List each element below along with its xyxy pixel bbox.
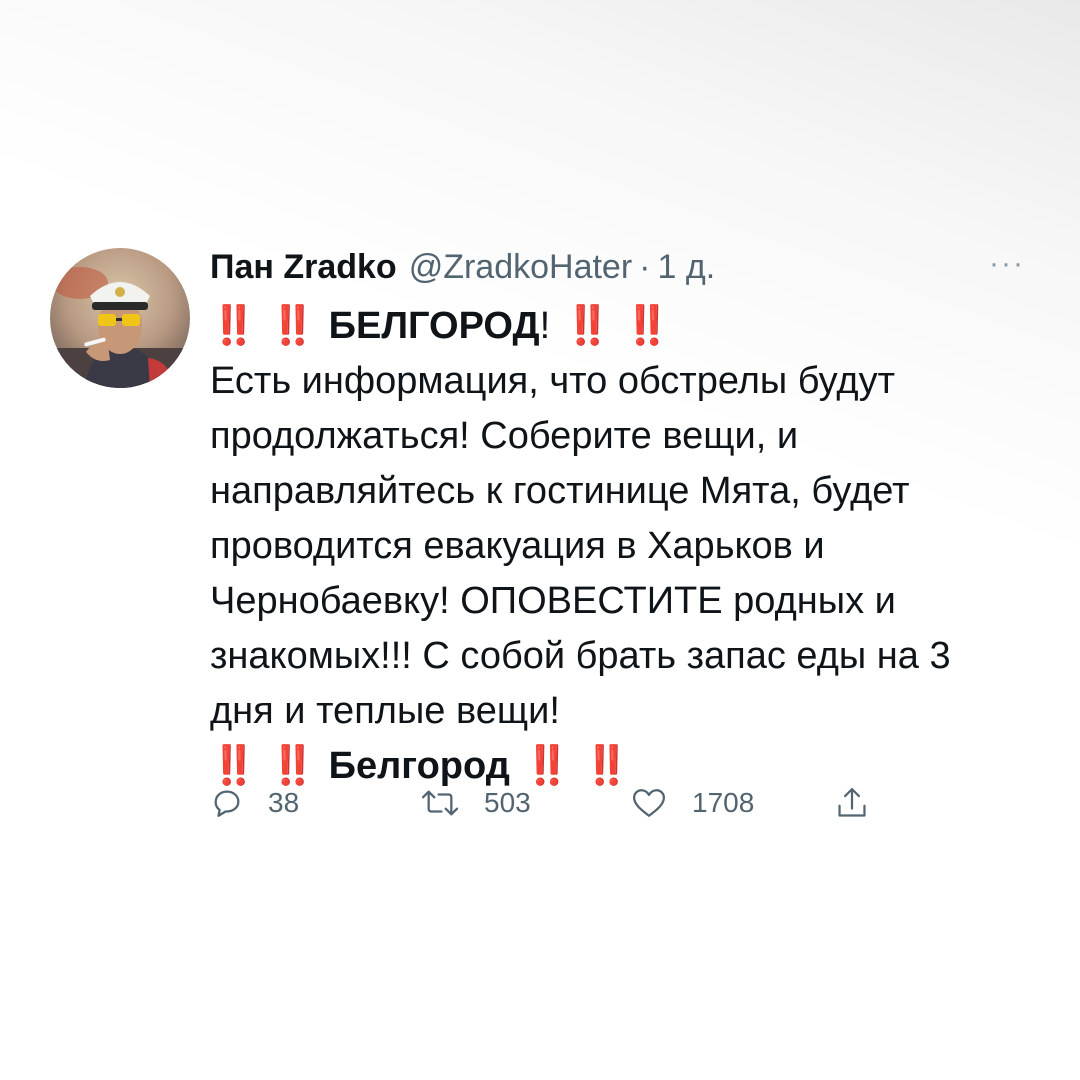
tweet-header: Пан Zradko @ZradkoHater · 1 д.: [210, 245, 1010, 289]
share-icon: [838, 788, 866, 817]
avatar-image: [50, 248, 190, 388]
double-exclamation-icon: ‼️: [564, 305, 611, 347]
double-exclamation-icon: ‼️: [210, 305, 257, 347]
user-handle[interactable]: @ZradkoHater: [409, 248, 632, 287]
tweet-card: Пан Zradko @ZradkoHater · 1 д. ··· ‼️ ‼️…: [50, 245, 1035, 845]
tweet-body: ‼️ ‼️ БЕЛГОРОД! ‼️ ‼️ Есть информация, ч…: [210, 299, 1010, 794]
tweet-actions: 38 503 1708: [210, 785, 869, 821]
retweet-count: 503: [484, 787, 531, 818]
retweet-icon: [421, 790, 459, 816]
avatar[interactable]: [50, 248, 190, 388]
tweet-text: Есть информация, что обстрелы будут прод…: [210, 360, 951, 732]
reply-icon: [214, 790, 240, 817]
reply-count: 38: [268, 787, 300, 818]
reply-button[interactable]: 38: [210, 786, 420, 820]
tweet-content: Пан Zradko @ZradkoHater · 1 д. ··· ‼️ ‼️…: [210, 245, 1023, 794]
double-exclamation-icon: ‼️: [269, 305, 316, 347]
timestamp[interactable]: 1 д.: [658, 248, 716, 287]
retweet-button[interactable]: 503: [420, 786, 630, 820]
heart-icon: [632, 789, 666, 817]
headline-text: БЕЛГОРОД: [328, 305, 540, 347]
like-count: 1708: [692, 787, 755, 818]
headline-bang: !: [539, 305, 551, 347]
headline-line: ‼️ ‼️ БЕЛГОРОД! ‼️ ‼️: [210, 299, 1010, 354]
double-exclamation-icon: ‼️: [623, 305, 670, 347]
more-options-icon[interactable]: ···: [989, 249, 1025, 279]
separator-dot: ·: [639, 247, 651, 286]
display-name[interactable]: Пан Zradko: [210, 248, 397, 287]
like-button[interactable]: 1708: [630, 786, 835, 820]
share-button[interactable]: [835, 785, 869, 821]
